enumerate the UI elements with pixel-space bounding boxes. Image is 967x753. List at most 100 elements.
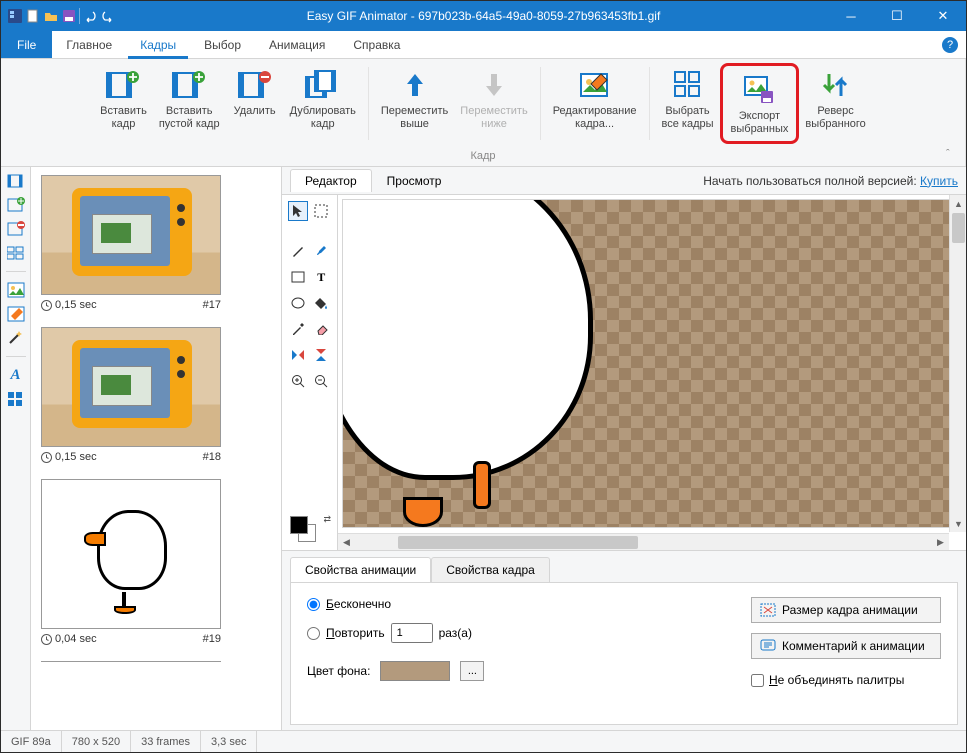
frames-grid-icon[interactable]	[7, 245, 25, 261]
frame-number: #17	[203, 299, 221, 311]
wizard-icon[interactable]	[7, 173, 25, 189]
frame-thumbnail[interactable]	[41, 175, 221, 295]
save-icon[interactable]	[61, 8, 77, 24]
tab-help[interactable]: Справка	[339, 31, 414, 58]
delete-frame-button[interactable]: Удалить	[226, 63, 284, 144]
comment-icon	[760, 639, 776, 653]
minimize-button[interactable]: ─	[828, 1, 874, 31]
flip-v-tool[interactable]	[312, 345, 332, 365]
canvas-viewport[interactable]	[342, 199, 962, 528]
maximize-button[interactable]: ☐	[874, 1, 920, 31]
frame-item[interactable]: 0,15 sec #17	[41, 175, 271, 311]
brush-tool[interactable]	[312, 241, 332, 261]
separator	[79, 8, 80, 24]
add-frame-icon[interactable]	[7, 197, 25, 213]
tab-anim-props[interactable]: Свойства анимации	[290, 557, 431, 582]
frame-time: 0,15 sec	[41, 299, 97, 311]
marquee-tool[interactable]	[312, 201, 332, 221]
duplicate-frame-button[interactable]: Дублировать кадр	[284, 63, 362, 144]
frame-item[interactable]: 0,04 sec #19	[41, 479, 271, 645]
status-format: GIF 89a	[1, 731, 62, 752]
move-up-button[interactable]: Переместить выше	[375, 63, 454, 144]
ellipse-tool[interactable]	[288, 293, 308, 313]
ribbon-tabs: File Главное Кадры Выбор Анимация Справк…	[1, 31, 966, 59]
buy-link[interactable]: Купить	[920, 174, 958, 188]
export-selected-button[interactable]: Экспорт выбранных	[725, 68, 795, 139]
bg-color-swatch[interactable]	[380, 661, 450, 681]
grid-tool-icon[interactable]	[8, 392, 24, 408]
frame-number: #19	[203, 633, 221, 645]
scroll-down-icon[interactable]: ▼	[950, 515, 966, 532]
status-dimensions: 780 x 520	[62, 731, 131, 752]
text-tool[interactable]: T	[312, 267, 332, 287]
status-frames: 33 frames	[131, 731, 201, 752]
frame-thumbnail[interactable]	[41, 479, 221, 629]
frames-panel[interactable]: 0,15 sec #17 0,15 sec #18 0,04 sec #19	[31, 167, 281, 730]
close-button[interactable]: ✕	[920, 1, 966, 31]
frame-time: 0,15 sec	[41, 451, 97, 463]
redo-icon[interactable]	[100, 8, 116, 24]
magic-wand-icon[interactable]	[7, 330, 25, 346]
tab-frame-props[interactable]: Свойства кадра	[431, 557, 550, 582]
tab-selection[interactable]: Выбор	[190, 31, 255, 58]
zoom-out-tool[interactable]	[312, 371, 332, 391]
frame-item[interactable]: 0,15 sec #18	[41, 327, 271, 463]
select-all-button[interactable]: Выбрать все кадры	[656, 63, 720, 144]
move-down-button[interactable]: Переместить ниже	[454, 63, 533, 144]
fill-tool[interactable]	[312, 293, 332, 313]
reverse-button[interactable]: Реверс выбранного	[799, 63, 871, 144]
eyedropper-tool[interactable]	[288, 319, 308, 339]
tab-main[interactable]: Главное	[52, 31, 126, 58]
tab-frames[interactable]: Кадры	[126, 31, 190, 58]
ribbon-collapse-icon[interactable]: ˆ	[946, 148, 960, 162]
bg-color-picker-button[interactable]: ...	[460, 661, 484, 681]
no-merge-checkbox[interactable]: Не объединять палитры	[751, 673, 941, 687]
pencil-tool[interactable]	[288, 241, 308, 261]
eraser-tool[interactable]	[312, 319, 332, 339]
scroll-right-icon[interactable]: ▶	[932, 534, 949, 550]
pointer-tool[interactable]	[288, 201, 308, 221]
vertical-scrollbar[interactable]: ▲ ▼	[949, 195, 966, 532]
scroll-left-icon[interactable]: ◀	[338, 534, 355, 550]
radio-infinite[interactable]: Бесконечно	[307, 597, 484, 611]
zoom-in-tool[interactable]	[288, 371, 308, 391]
undo-icon[interactable]	[82, 8, 98, 24]
titlebar: Easy GIF Animator - 697b023b-64a5-49a0-8…	[1, 1, 966, 31]
ribbon-group-label: Кадр	[5, 150, 961, 164]
tool-palette: T ⇄	[282, 195, 338, 550]
rect-tool[interactable]	[288, 267, 308, 287]
insert-frame-button[interactable]: Вставить кадр	[94, 63, 153, 144]
app-icon	[7, 8, 23, 24]
insert-empty-frame-button[interactable]: Вставить пустой кадр	[153, 63, 226, 144]
help-icon[interactable]: ?	[942, 37, 958, 53]
edit-tool-icon[interactable]	[7, 306, 25, 322]
new-icon[interactable]	[25, 8, 41, 24]
resize-icon	[760, 603, 776, 617]
frame-number: #18	[203, 451, 221, 463]
statusbar: GIF 89a 780 x 520 33 frames 3,3 sec	[1, 730, 966, 752]
bg-label: Цвет фона:	[307, 664, 370, 678]
frame-thumbnail[interactable]	[41, 327, 221, 447]
remove-frame-icon[interactable]	[7, 221, 25, 237]
radio-repeat[interactable]: Повторить раз(а)	[307, 623, 484, 643]
tab-animation[interactable]: Анимация	[255, 31, 339, 58]
edit-frame-button[interactable]: Редактирование кадра...	[547, 63, 643, 144]
ribbon: Вставить кадр Вставить пустой кадр Удали…	[1, 59, 966, 167]
scroll-up-icon[interactable]: ▲	[950, 195, 966, 212]
frame-size-button[interactable]: Размер кадра анимации	[751, 597, 941, 623]
highlight-export: Экспорт выбранных	[720, 63, 800, 144]
tab-editor[interactable]: Редактор	[290, 169, 372, 192]
tab-file[interactable]: File	[1, 31, 52, 58]
tab-preview[interactable]: Просмотр	[372, 169, 457, 192]
horizontal-scrollbar[interactable]: ◀ ▶	[338, 533, 949, 550]
text-tool-icon[interactable]: A	[10, 367, 20, 384]
flip-h-tool[interactable]	[288, 345, 308, 365]
repeat-count-input[interactable]	[391, 623, 433, 643]
quick-access-toolbar	[1, 8, 122, 24]
comment-button[interactable]: Комментарий к анимации	[751, 633, 941, 659]
color-swatches[interactable]: ⇄	[288, 514, 331, 544]
image-tool-icon[interactable]	[7, 282, 25, 298]
status-duration: 3,3 sec	[201, 731, 257, 752]
properties-panel: Свойства анимации Свойства кадра Бесконе…	[282, 550, 966, 730]
open-icon[interactable]	[43, 8, 59, 24]
